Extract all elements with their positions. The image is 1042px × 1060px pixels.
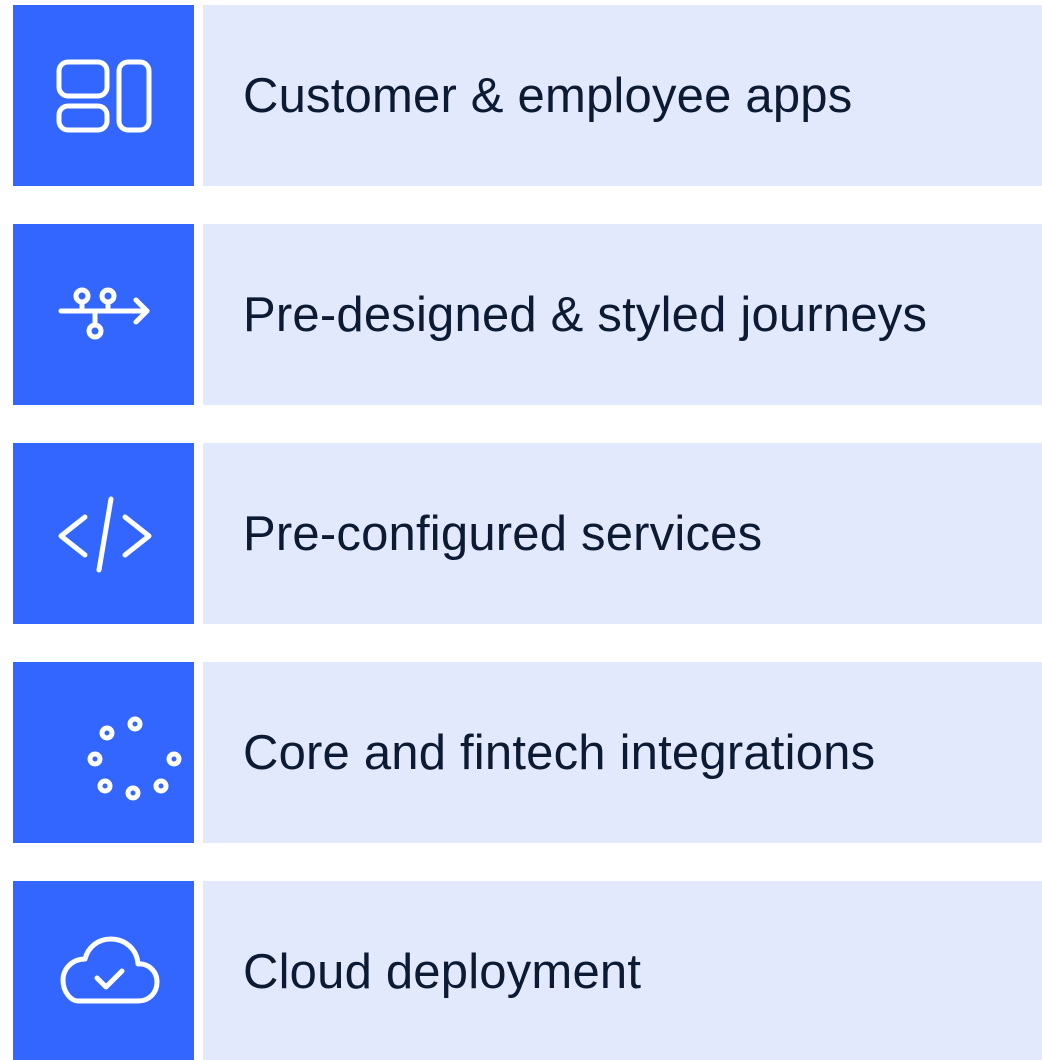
- feature-icon-tile: [13, 224, 194, 405]
- feature-row-customer-employee-apps: Customer & employee apps: [13, 5, 1042, 186]
- feature-label: Cloud deployment: [243, 944, 642, 999]
- feature-label-box: Pre-designed & styled journeys: [203, 224, 1042, 405]
- apps-layout-icon: [56, 59, 151, 132]
- feature-row-journeys: Pre-designed & styled journeys: [13, 224, 1042, 405]
- feature-icon-tile: [13, 5, 194, 186]
- feature-label-box: Core and fintech integrations: [203, 662, 1042, 843]
- journey-flow-icon: [58, 287, 149, 339]
- feature-label-box: Cloud deployment: [203, 881, 1042, 1060]
- feature-label-box: Pre-configured services: [203, 443, 1042, 624]
- feature-icon-tile: [13, 881, 194, 1060]
- feature-label: Core and fintech integrations: [243, 725, 876, 780]
- code-icon: [58, 496, 151, 572]
- feature-label: Pre-configured services: [243, 506, 763, 561]
- feature-icon-tile: [13, 443, 194, 624]
- feature-label-box: Customer & employee apps: [203, 5, 1042, 186]
- feature-list: Customer & employee apps Pre-designed & …: [0, 0, 1042, 1060]
- feature-label: Pre-designed & styled journeys: [243, 287, 928, 342]
- feature-row-integrations: Core and fintech integrations: [13, 662, 1042, 843]
- feature-icon-tile: [13, 662, 194, 843]
- feature-row-services: Pre-configured services: [13, 443, 1042, 624]
- feature-row-cloud-deployment: Cloud deployment: [13, 881, 1042, 1060]
- integrations-dots-icon: [87, 716, 181, 800]
- cloud-check-icon: [60, 936, 159, 1003]
- feature-label: Customer & employee apps: [243, 68, 853, 123]
